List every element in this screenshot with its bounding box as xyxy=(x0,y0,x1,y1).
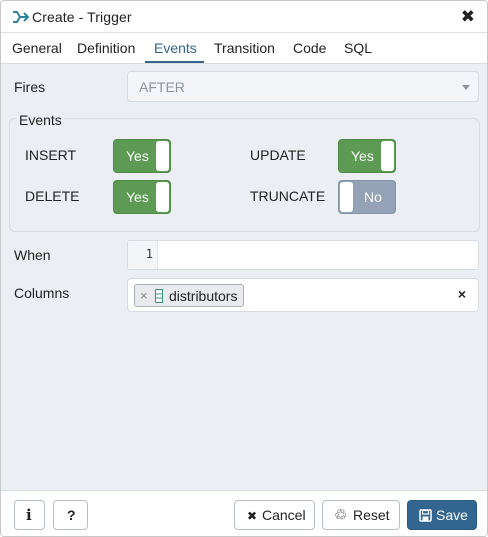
help-icon: ? xyxy=(67,507,76,523)
truncate-toggle[interactable]: No xyxy=(338,180,396,214)
update-toggle-state: Yes xyxy=(351,148,374,164)
when-code-editor[interactable]: 1 xyxy=(127,240,479,270)
tab-code[interactable]: Code xyxy=(293,40,326,64)
delete-label: DELETE xyxy=(25,188,80,204)
cancel-label: Cancel xyxy=(262,507,306,523)
active-tab-indicator xyxy=(145,61,204,63)
dialog-title: Create - Trigger xyxy=(32,9,132,25)
tab-sql[interactable]: SQL xyxy=(344,40,372,64)
insert-toggle[interactable]: Yes xyxy=(113,139,171,173)
clear-columns-icon[interactable]: × xyxy=(458,286,466,302)
update-toggle[interactable]: Yes xyxy=(338,139,396,173)
tab-transition[interactable]: Transition xyxy=(214,40,275,64)
columns-multiselect[interactable]: × distributors × xyxy=(127,278,479,312)
toggle-knob xyxy=(381,141,394,171)
recycle-icon: ♲ xyxy=(334,507,348,524)
column-icon xyxy=(155,289,163,303)
chevron-down-icon xyxy=(462,85,470,90)
truncate-toggle-state: No xyxy=(364,189,382,205)
info-icon: i xyxy=(26,506,32,524)
tab-bar: General Definition Events Transition Cod… xyxy=(1,33,487,64)
update-label: UPDATE xyxy=(250,147,306,163)
fires-label: Fires xyxy=(14,79,46,95)
floppy-disk-icon xyxy=(419,509,432,522)
events-fieldset xyxy=(9,118,480,232)
line-number: 1 xyxy=(145,247,153,261)
save-label: Save xyxy=(436,507,468,523)
save-button[interactable]: Save xyxy=(407,500,477,530)
insert-toggle-state: Yes xyxy=(126,148,149,164)
line-gutter: 1 xyxy=(128,241,158,269)
fires-value: AFTER xyxy=(139,79,185,95)
columns-label: Columns xyxy=(14,285,70,301)
info-button[interactable]: i xyxy=(14,500,45,530)
tab-general[interactable]: General xyxy=(12,40,62,64)
trigger-icon xyxy=(13,11,30,23)
create-trigger-dialog: Create - Trigger ✖ General Definition Ev… xyxy=(0,0,488,537)
when-label: When xyxy=(14,247,51,263)
events-legend: Events xyxy=(17,112,64,128)
toggle-knob xyxy=(156,182,169,212)
help-button[interactable]: ? xyxy=(53,500,88,530)
column-chip: × distributors xyxy=(134,284,244,307)
truncate-label: TRUNCATE xyxy=(250,188,326,204)
tab-definition[interactable]: Definition xyxy=(77,40,135,64)
close-icon[interactable]: ✖ xyxy=(461,8,475,26)
remove-chip-icon[interactable]: × xyxy=(140,288,148,303)
fires-select[interactable]: AFTER xyxy=(127,71,479,102)
toggle-knob xyxy=(156,141,169,171)
toggle-knob xyxy=(340,182,353,212)
title-bar: Create - Trigger ✖ xyxy=(1,1,487,33)
dialog-footer: i ? ✖ Cancel ♲ Reset Save xyxy=(1,490,487,536)
cancel-button[interactable]: ✖ Cancel xyxy=(234,500,315,530)
delete-toggle-state: Yes xyxy=(126,189,149,205)
insert-label: INSERT xyxy=(25,147,77,163)
column-chip-label: distributors xyxy=(169,288,238,304)
close-icon: ✖ xyxy=(247,509,258,523)
reset-button[interactable]: ♲ Reset xyxy=(322,500,400,530)
delete-toggle[interactable]: Yes xyxy=(113,180,171,214)
tab-content-events: Fires AFTER Events INSERT Yes UPDATE Yes… xyxy=(1,64,487,490)
reset-label: Reset xyxy=(353,507,390,523)
